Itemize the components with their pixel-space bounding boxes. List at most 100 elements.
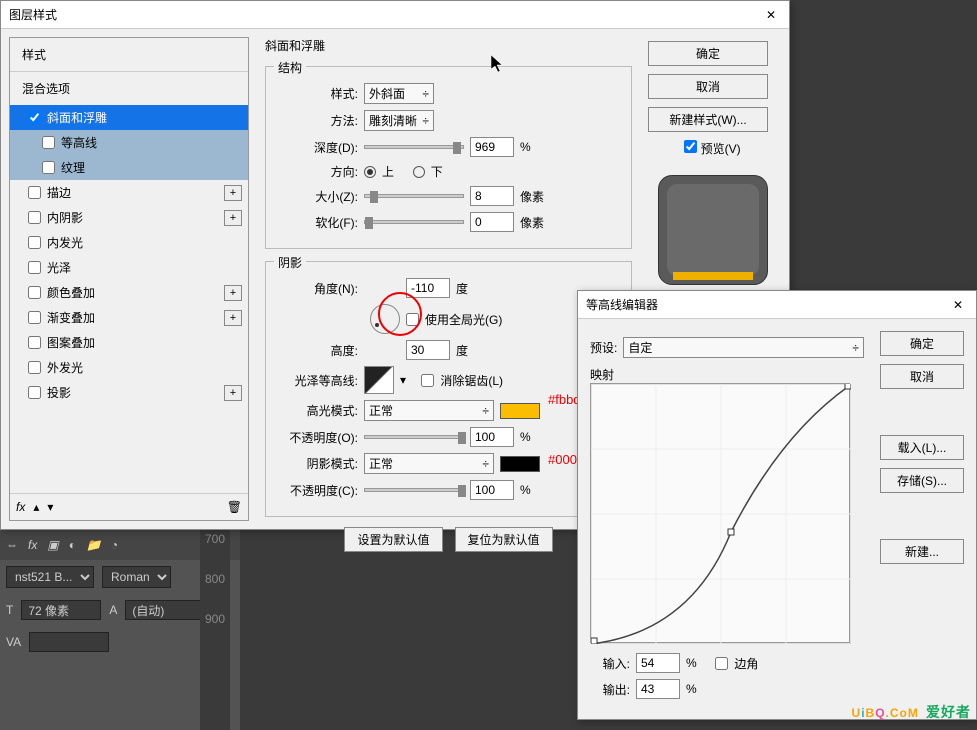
plus-icon[interactable]: +	[224, 285, 242, 301]
depth-input[interactable]	[470, 137, 514, 157]
preset-select[interactable]: 自定÷	[623, 337, 864, 358]
ok-button[interactable]: 确定	[880, 331, 964, 356]
style-select[interactable]: 外斜面÷	[364, 83, 434, 104]
inner-shadow-checkbox[interactable]	[28, 211, 41, 224]
dialog-titlebar[interactable]: 图层样式 ✕	[1, 1, 789, 29]
anti-alias-checkbox[interactable]	[421, 374, 434, 387]
curve-input[interactable]	[636, 653, 680, 673]
link-icon[interactable]: ⇔	[6, 538, 18, 552]
angle-dial[interactable]	[370, 304, 400, 334]
style-item-drop-shadow[interactable]: 投影+	[10, 380, 248, 405]
fill-icon[interactable]: ◐	[69, 538, 76, 552]
direction-down-radio[interactable]	[413, 166, 425, 178]
preview-swatch	[658, 175, 768, 285]
font-size-icon: T	[6, 603, 13, 617]
style-item-contour[interactable]: 等高线	[10, 130, 248, 155]
shadow-mode-select[interactable]: 正常÷	[364, 453, 494, 474]
style-item-color-overlay[interactable]: 颜色叠加+	[10, 280, 248, 305]
font-style-select[interactable]: Roman	[102, 566, 171, 588]
preview-checkbox[interactable]	[684, 140, 697, 153]
style-item-stroke[interactable]: 描边+	[10, 180, 248, 205]
caret-icon: ÷	[852, 341, 859, 355]
contour-curve[interactable]	[591, 384, 851, 644]
new-style-button[interactable]: 新建样式(W)...	[648, 107, 768, 132]
styles-header[interactable]: 样式	[10, 38, 248, 71]
trash-icon[interactable]: 🗑	[227, 500, 242, 514]
style-item-gradient-overlay[interactable]: 渐变叠加+	[10, 305, 248, 330]
technique-select[interactable]: 雕刻清晰÷	[364, 110, 434, 131]
highlight-opacity-input[interactable]	[470, 427, 514, 447]
mask-icon[interactable]: ▣	[47, 538, 58, 552]
altitude-input[interactable]	[406, 340, 450, 360]
contour-editor-dialog: 等高线编辑器 ✕ 预设:自定÷ 映射 输入:% 边角 输出:%	[577, 290, 977, 720]
angle-input[interactable]	[406, 278, 450, 298]
dialog-titlebar[interactable]: 等高线编辑器 ✕	[578, 291, 976, 319]
size-input[interactable]	[470, 186, 514, 206]
blend-options-header[interactable]: 混合选项	[10, 71, 248, 105]
font-family-select[interactable]: nst521 B...	[6, 566, 94, 588]
caret-icon[interactable]: ▾	[400, 373, 406, 387]
contour-checkbox[interactable]	[42, 136, 55, 149]
arrow-down-icon[interactable]: ▾	[47, 500, 53, 514]
fx-icon[interactable]: fx	[28, 538, 37, 552]
tracking-icon: VA	[6, 635, 21, 649]
style-item-inner-glow[interactable]: 内发光	[10, 230, 248, 255]
style-item-texture[interactable]: 纹理	[10, 155, 248, 180]
curve-output[interactable]	[636, 679, 680, 699]
close-icon[interactable]: ✕	[761, 5, 781, 25]
curve-editor[interactable]	[590, 383, 850, 643]
plus-icon[interactable]: +	[224, 385, 242, 401]
stroke-checkbox[interactable]	[28, 186, 41, 199]
style-item-pattern-overlay[interactable]: 图案叠加	[10, 330, 248, 355]
gloss-contour-picker[interactable]	[364, 366, 394, 394]
global-light-checkbox[interactable]	[406, 313, 419, 326]
save-button[interactable]: 存储(S)...	[880, 468, 964, 493]
cancel-button[interactable]: 取消	[880, 364, 964, 389]
highlight-opacity-slider[interactable]	[364, 435, 464, 439]
highlight-color-swatch[interactable]	[500, 403, 540, 419]
plus-icon[interactable]: +	[224, 185, 242, 201]
bevel-checkbox[interactable]	[28, 111, 41, 124]
outer-glow-checkbox[interactable]	[28, 361, 41, 374]
style-item-inner-shadow[interactable]: 内阴影+	[10, 205, 248, 230]
arrow-up-icon[interactable]: ▴	[33, 500, 39, 514]
font-size-input[interactable]	[21, 600, 101, 620]
soften-input[interactable]	[470, 212, 514, 232]
folder-icon[interactable]: 📁	[86, 538, 101, 552]
tracking-input[interactable]	[29, 632, 109, 652]
close-icon[interactable]: ✕	[948, 295, 968, 315]
shadow-color-swatch[interactable]	[500, 456, 540, 472]
shadow-opacity-slider[interactable]	[364, 488, 464, 492]
depth-slider[interactable]	[364, 145, 464, 149]
reset-default-button[interactable]: 复位为默认值	[455, 527, 553, 552]
plus-icon[interactable]: +	[224, 310, 242, 326]
drop-shadow-checkbox[interactable]	[28, 386, 41, 399]
pattern-overlay-checkbox[interactable]	[28, 336, 41, 349]
style-item-bevel[interactable]: 斜面和浮雕	[10, 105, 248, 130]
satin-checkbox[interactable]	[28, 261, 41, 274]
adjust-icon[interactable]: ◔	[111, 538, 118, 552]
style-item-outer-glow[interactable]: 外发光	[10, 355, 248, 380]
gradient-overlay-checkbox[interactable]	[28, 311, 41, 324]
cancel-button[interactable]: 取消	[648, 74, 768, 99]
shadow-opacity-input[interactable]	[470, 480, 514, 500]
leading-input[interactable]	[125, 600, 205, 620]
caret-icon: ÷	[422, 114, 429, 128]
texture-checkbox[interactable]	[42, 161, 55, 174]
plus-icon[interactable]: +	[224, 210, 242, 226]
direction-up-radio[interactable]	[364, 166, 376, 178]
fx-label[interactable]: fx	[16, 500, 25, 514]
inner-glow-checkbox[interactable]	[28, 236, 41, 249]
size-slider[interactable]	[364, 194, 464, 198]
load-button[interactable]: 载入(L)...	[880, 435, 964, 460]
make-default-button[interactable]: 设置为默认值	[344, 527, 442, 552]
color-overlay-checkbox[interactable]	[28, 286, 41, 299]
corner-checkbox[interactable]	[715, 657, 728, 670]
leading-icon: A	[109, 603, 117, 617]
new-button[interactable]: 新建...	[880, 539, 964, 564]
dialog-title: 图层样式	[9, 6, 57, 23]
soften-slider[interactable]	[364, 220, 464, 224]
ok-button[interactable]: 确定	[648, 41, 768, 66]
highlight-mode-select[interactable]: 正常÷	[364, 400, 494, 421]
style-item-satin[interactable]: 光泽	[10, 255, 248, 280]
